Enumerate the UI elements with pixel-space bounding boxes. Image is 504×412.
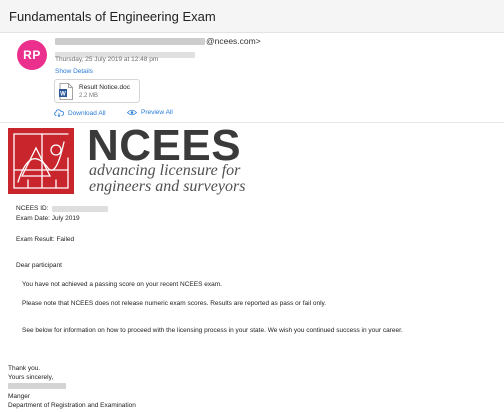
download-all-button[interactable]: Download All [54,109,106,117]
ncees-id-row: NCEES ID: [16,205,108,212]
signer-department: Department of Registration and Examinati… [8,402,136,409]
sender-avatar: RP [17,40,47,70]
cloud-download-icon [54,109,64,117]
paragraph-3: See below for information on how to proc… [22,327,403,334]
ncees-id-label: NCEES ID: [16,205,49,212]
ncees-logo-icon [8,128,74,194]
attachment-card[interactable]: W Result Notice.doc 2.2 MB [54,79,140,103]
sender-domain: @ncees.com> [206,36,261,46]
eye-icon [127,109,137,116]
exam-result: Exam Result: Failed [16,236,75,243]
exam-date: Exam Date: July 2019 [16,215,80,222]
paragraph-2: Please note that NCEES does not release … [22,300,327,307]
download-all-label: Download All [68,109,106,117]
logo-tagline-2: engineers and surveyors [89,178,246,195]
preview-all-button[interactable]: Preview All [127,109,173,116]
redacted-signature-name [8,383,66,389]
redacted-sender-name [55,37,205,45]
attachment-name: Result Notice.doc [79,84,130,91]
email-subject: Fundamentals of Engineering Exam [9,9,216,24]
paragraph-1: You have not achieved a passing score on… [22,281,222,288]
subject-bar: Fundamentals of Engineering Exam [0,0,504,33]
signer-title: Manger [8,393,31,400]
svg-text:W: W [60,91,66,97]
header-divider [0,122,504,123]
show-details-link[interactable]: Show Details [55,68,93,75]
redacted-ncees-id [51,205,108,212]
greeting: Dear participant [16,262,62,269]
attachment-size: 2.2 MB [79,93,99,99]
closing-sincerely: Yours sincerely, [8,374,54,381]
closing-thanks: Thank you. [8,365,41,372]
email-date: Thursday, 25 July 2019 at 12:48 pm [55,56,159,63]
word-doc-icon: W [59,83,73,100]
preview-all-label: Preview All [141,109,173,116]
